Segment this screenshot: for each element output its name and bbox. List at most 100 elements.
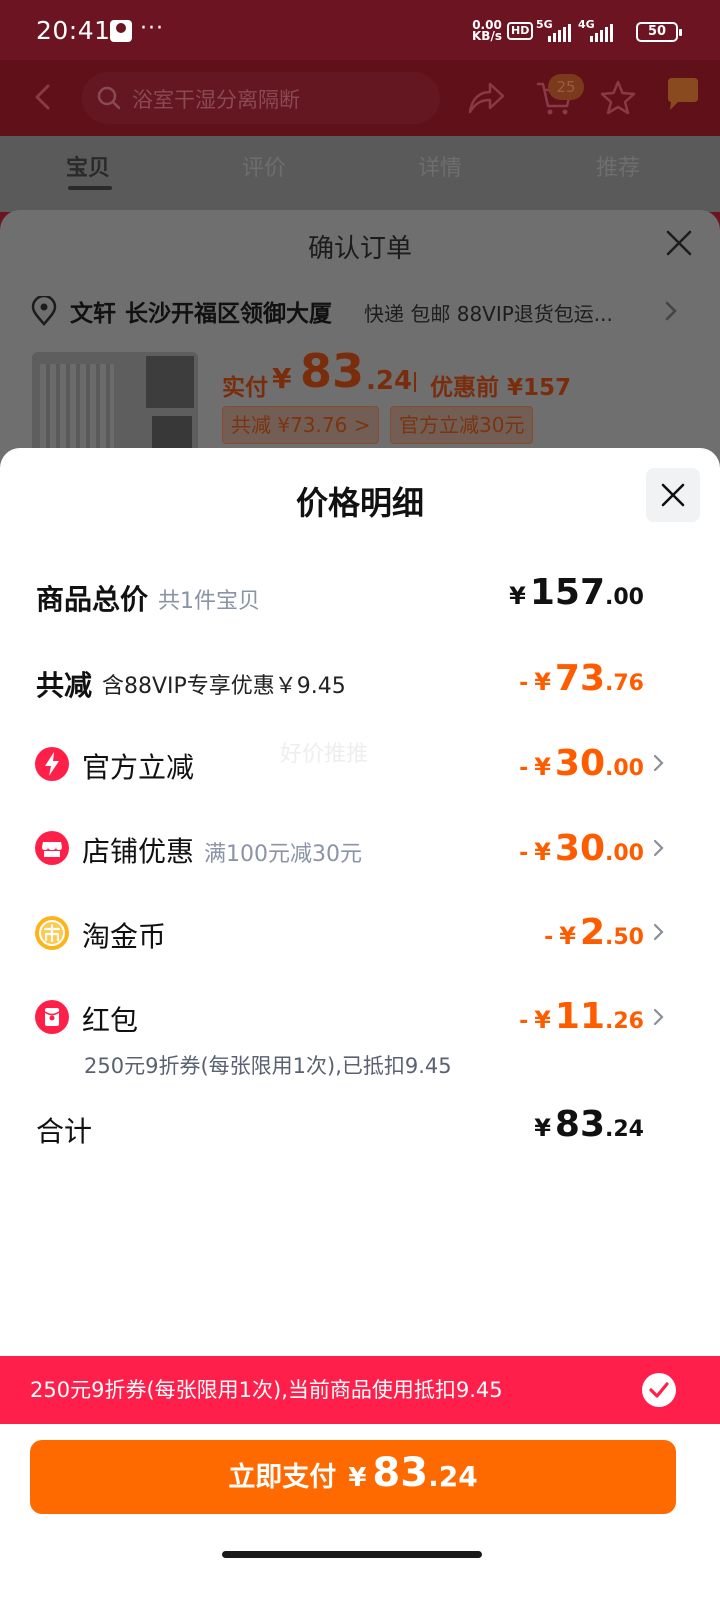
shop-discount-amount[interactable]: - ¥ 30 .00 (519, 828, 644, 869)
amount-int: 2 (579, 912, 606, 953)
amount-dec: .24 (605, 1117, 644, 1142)
amount-dec: .00 (605, 841, 644, 866)
pay-amount-dec: .24 (428, 1460, 478, 1493)
chevron-right-icon[interactable] (650, 838, 666, 858)
address-place: 长沙开福区领御大厦 (125, 301, 332, 327)
back-icon[interactable] (26, 80, 60, 114)
tab-item[interactable]: 宝贝 (66, 150, 110, 182)
check-circle-icon[interactable] (641, 1372, 677, 1408)
paid-amount-dec: .24 (366, 366, 413, 396)
coupon-banner-text: 250元9折券(每张限用1次),当前商品使用抵扣9.45 (30, 1378, 503, 1402)
discount-total-label: 共减 (36, 669, 93, 702)
close-button[interactable] (646, 468, 700, 522)
pay-yen: ¥ (348, 1463, 367, 1493)
yen-symbol: ¥ (534, 753, 551, 781)
amount-dec: .50 (605, 925, 644, 950)
close-icon[interactable] (664, 228, 694, 258)
minus-sign: - (519, 756, 529, 781)
official-discount-amount[interactable]: - ¥ 30 .00 (519, 743, 644, 784)
red-packet-note: 250元9折券(每张限用1次),已抵扣9.45 (84, 1054, 452, 1078)
shop-discount-rule: 满100元减30元 (204, 842, 362, 867)
tab-recommend[interactable]: 推荐 (596, 150, 640, 182)
divider (414, 372, 416, 392)
address-extra: 快递 包邮 88VIP退货包运... (364, 302, 613, 326)
close-icon (661, 483, 685, 507)
minus-sign: - (519, 671, 529, 696)
coin-amount[interactable]: - ¥ 2 .50 (544, 912, 644, 953)
amount-int: 73 (554, 658, 606, 699)
product-tabs: 宝贝 评价 详情 推荐 (0, 136, 720, 192)
yen-symbol: ¥ (534, 668, 551, 696)
amount-int: 157 (529, 572, 606, 613)
sheet-title: 价格明细 (295, 484, 424, 522)
shop-icon (35, 831, 69, 865)
yen-symbol: ¥ (534, 1006, 551, 1034)
sum-amount: ¥ 83 .24 (534, 1104, 644, 1145)
total-price-amount: ¥ 157 .00 (509, 572, 644, 613)
shop-discount-label: 店铺优惠 (82, 835, 195, 868)
status-more-dots: ··· (140, 16, 164, 41)
minus-sign: - (544, 925, 554, 950)
item-count: 共1件宝贝 (158, 589, 260, 614)
cart-count-badge: 25 (548, 74, 584, 100)
paid-label: 实付 (222, 375, 268, 401)
yen-symbol: ¥ (509, 582, 526, 610)
yen-symbol: ¥ (534, 1114, 551, 1142)
minus-sign: - (519, 1009, 529, 1034)
tab-underline (68, 186, 112, 190)
pay-now-button[interactable]: 立即支付 ¥ 83 .24 (30, 1440, 676, 1514)
search-text: 浴室干湿分离隔断 (132, 88, 300, 112)
pay-amount-int: 83 (372, 1450, 429, 1496)
chevron-right-icon[interactable] (650, 753, 666, 773)
red-packet-label: 红包 (82, 1004, 139, 1037)
amount-int: 30 (554, 828, 606, 869)
hd-badge: HD (507, 22, 534, 40)
pay-button-label: 立即支付 (228, 1462, 337, 1493)
amount-int: 83 (554, 1104, 606, 1145)
net-speed-unit: KB/s (472, 29, 502, 43)
sum-label: 合计 (36, 1115, 93, 1148)
tab-reviews[interactable]: 评价 (242, 150, 286, 182)
red-packet-amount[interactable]: - ¥ 11 .26 (519, 996, 644, 1037)
message-icon[interactable] (662, 76, 704, 114)
signal-icon-2 (590, 22, 613, 42)
net-speed: 0.00 KB/s (472, 19, 502, 43)
search-input[interactable]: 浴室干湿分离隔断 (82, 72, 440, 124)
address-name: 文轩 (70, 301, 116, 327)
status-time: 20:41 (36, 16, 111, 45)
amount-dec: .26 (605, 1009, 644, 1034)
chevron-right-icon[interactable] (662, 300, 680, 322)
product-image (32, 352, 198, 462)
paid-yen: ¥ (272, 362, 292, 395)
discount-total-amount: - ¥ 73 .76 (519, 658, 644, 699)
home-indicator[interactable] (222, 1551, 482, 1558)
product-topbar: 浴室干湿分离隔断 25 (0, 60, 720, 136)
battery-icon: 50 (636, 22, 682, 42)
official-discount-label: 官方立减 (82, 751, 195, 784)
signal-icon-1 (548, 22, 571, 42)
official-discount-chip: 官方立减30元 (390, 406, 534, 444)
amount-int: 11 (554, 996, 606, 1037)
person-icon (110, 20, 132, 42)
status-bar: 20:41 ··· 0.00 KB/s HD 5G 4G 50 (0, 0, 720, 60)
chevron-right-icon[interactable] (650, 1007, 666, 1027)
amount-dec: .00 (605, 585, 644, 610)
price-before-label: 优惠前 ¥157 (430, 375, 572, 401)
location-pin-icon (31, 296, 57, 326)
coupon-banner[interactable]: 250元9折券(每张限用1次),当前商品使用抵扣9.45 (0, 1356, 720, 1424)
total-price-label: 商品总价 (36, 583, 149, 616)
share-icon[interactable] (466, 80, 506, 116)
paid-amount-int: 83 (300, 344, 365, 398)
amount-dec: .76 (605, 671, 644, 696)
vip-discount-note: 含88VIP专享优惠￥9.45 (102, 674, 346, 699)
amount-dec: .00 (605, 756, 644, 781)
yen-symbol: ¥ (534, 838, 551, 866)
tab-details[interactable]: 详情 (418, 150, 462, 182)
favorite-star-icon[interactable] (598, 78, 638, 118)
total-discount-chip[interactable]: 共减 ¥73.76 > (222, 406, 380, 444)
price-detail-sheet: 价格明细 商品总价 共1件宝贝 ¥ 157 .00 共减 含88VIP专享优惠￥… (0, 448, 720, 1600)
chevron-right-icon[interactable] (650, 922, 666, 942)
order-title: 确认订单 (307, 234, 412, 264)
amount-int: 30 (554, 743, 606, 784)
search-icon (97, 86, 121, 110)
